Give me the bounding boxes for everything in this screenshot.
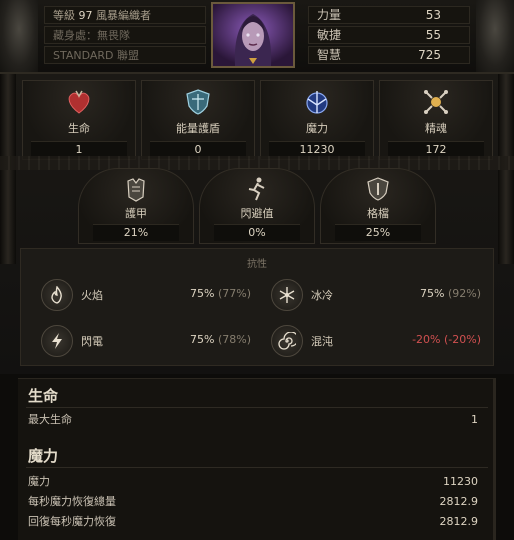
resistance-value: -20% (-20%) xyxy=(412,333,481,346)
detail-key: 回復每秒魔力恢復 xyxy=(28,515,116,528)
resistance-name: 閃電 xyxy=(81,335,103,348)
stat-card-life[interactable]: 生命 1 xyxy=(22,80,136,160)
stat-label: 閃避值 xyxy=(240,207,274,220)
chaos-icon xyxy=(271,325,303,357)
statue-ornament-right xyxy=(476,0,514,72)
resistance-cold[interactable]: 冰冷 75% (92%) xyxy=(271,277,481,313)
stat-label: 能量護盾 xyxy=(176,122,220,135)
armour-icon xyxy=(127,178,145,202)
stat-value: 25% xyxy=(335,224,421,241)
fire-icon xyxy=(41,279,73,311)
league-name: STANDARD xyxy=(53,49,114,62)
resistance-name: 混沌 xyxy=(311,335,333,348)
location-text: 藏身處：無畏隊 xyxy=(53,29,130,42)
stat-value: 0% xyxy=(214,224,300,241)
resistance-value: 75% (78%) xyxy=(190,333,251,346)
resistances-panel: 抗性 火焰 75% (77%) 冰冷 75% (92%) 閃電 75% (78%… xyxy=(20,248,494,366)
resistance-chaos[interactable]: 混沌 -20% (-20%) xyxy=(271,323,481,359)
detail-key: 每秒魔力恢復總量 xyxy=(28,495,116,508)
stat-card-energy-shield[interactable]: 能量護盾 0 xyxy=(141,80,255,160)
spirit-icon xyxy=(424,90,448,114)
attribute-name: 力量 xyxy=(317,8,342,22)
stat-label: 生命 xyxy=(68,122,90,135)
block-icon xyxy=(367,177,389,201)
stat-label: 精魂 xyxy=(425,122,447,135)
stat-label: 護甲 xyxy=(125,207,147,220)
mana-icon xyxy=(306,91,328,114)
character-header: 等級 97 風暴編織者 藏身處：無畏隊 STANDARD 聯盟 力量 53 敏捷… xyxy=(0,0,514,74)
stat-label: 魔力 xyxy=(306,122,328,135)
stat-card-spirit[interactable]: 精魂 172 xyxy=(379,80,493,160)
detail-row: 每秒魔力恢復總量 2812.9 xyxy=(28,493,478,511)
resistance-value: 75% (77%) xyxy=(190,287,251,300)
league-suffix: 聯盟 xyxy=(117,49,140,62)
class-name: 風暴編織者 xyxy=(96,9,151,22)
stat-detail-list[interactable]: 生命 最大生命 1 魔力 魔力 11230 每秒魔力恢復總量 2812.9 回復… xyxy=(18,378,496,540)
section-title-mana: 魔力 xyxy=(28,447,59,465)
detail-value: 11230 xyxy=(443,475,478,488)
resistances-title: 抗性 xyxy=(247,259,267,270)
level-label: 等級 xyxy=(53,9,75,22)
attribute-strength: 力量 53 xyxy=(308,6,470,24)
league-row: STANDARD 聯盟 xyxy=(44,46,206,64)
detail-value: 2812.9 xyxy=(439,495,479,508)
detail-value: 1 xyxy=(471,413,478,426)
detail-value: 2812.9 xyxy=(439,515,479,528)
detail-row: 最大生命 1 xyxy=(28,411,478,429)
stat-label: 格檔 xyxy=(367,207,389,220)
attribute-intelligence: 智慧 725 xyxy=(308,46,470,64)
shield-icon xyxy=(186,89,210,115)
character-panel: 等級 97 風暴編織者 藏身處：無畏隊 STANDARD 聯盟 力量 53 敏捷… xyxy=(0,0,514,540)
scrollbar[interactable] xyxy=(493,379,496,540)
stat-card-block[interactable]: 格檔 25% xyxy=(320,168,436,244)
level-value: 97 xyxy=(78,9,93,22)
detail-row: 魔力 11230 xyxy=(28,473,478,491)
attribute-value: 53 xyxy=(425,8,441,22)
level-class-row: 等級 97 風暴編織者 xyxy=(44,6,206,24)
character-portrait[interactable] xyxy=(211,2,295,68)
detail-key: 魔力 xyxy=(28,475,50,488)
cold-icon xyxy=(271,279,303,311)
resistance-name: 火焰 xyxy=(81,289,103,302)
statue-ornament-left xyxy=(0,0,38,72)
stat-card-mana[interactable]: 魔力 11230 xyxy=(260,80,374,160)
attribute-value: 725 xyxy=(418,48,441,62)
attribute-name: 智慧 xyxy=(317,48,342,62)
location-row: 藏身處：無畏隊 xyxy=(44,26,206,44)
lightning-icon xyxy=(41,325,73,357)
resistance-lightning[interactable]: 閃電 75% (78%) xyxy=(41,323,251,359)
detail-key: 最大生命 xyxy=(28,413,72,426)
divider xyxy=(26,467,488,468)
attribute-name: 敏捷 xyxy=(317,28,342,42)
section-title-life: 生命 xyxy=(28,387,59,405)
divider xyxy=(26,407,488,408)
attribute-dexterity: 敏捷 55 xyxy=(308,26,470,44)
resistance-value: 75% (92%) xyxy=(420,287,481,300)
evasion-icon xyxy=(248,177,265,201)
stat-card-armour[interactable]: 護甲 21% xyxy=(78,168,194,244)
heart-icon xyxy=(68,90,90,114)
stat-value: 21% xyxy=(93,224,179,241)
detail-row: 回復每秒魔力恢復 2812.9 xyxy=(28,513,478,531)
resistance-fire[interactable]: 火焰 75% (77%) xyxy=(41,277,251,313)
attribute-value: 55 xyxy=(425,28,441,42)
resistance-name: 冰冷 xyxy=(311,289,333,302)
portrait-icon xyxy=(213,4,293,66)
stat-card-evasion[interactable]: 閃避值 0% xyxy=(199,168,315,244)
